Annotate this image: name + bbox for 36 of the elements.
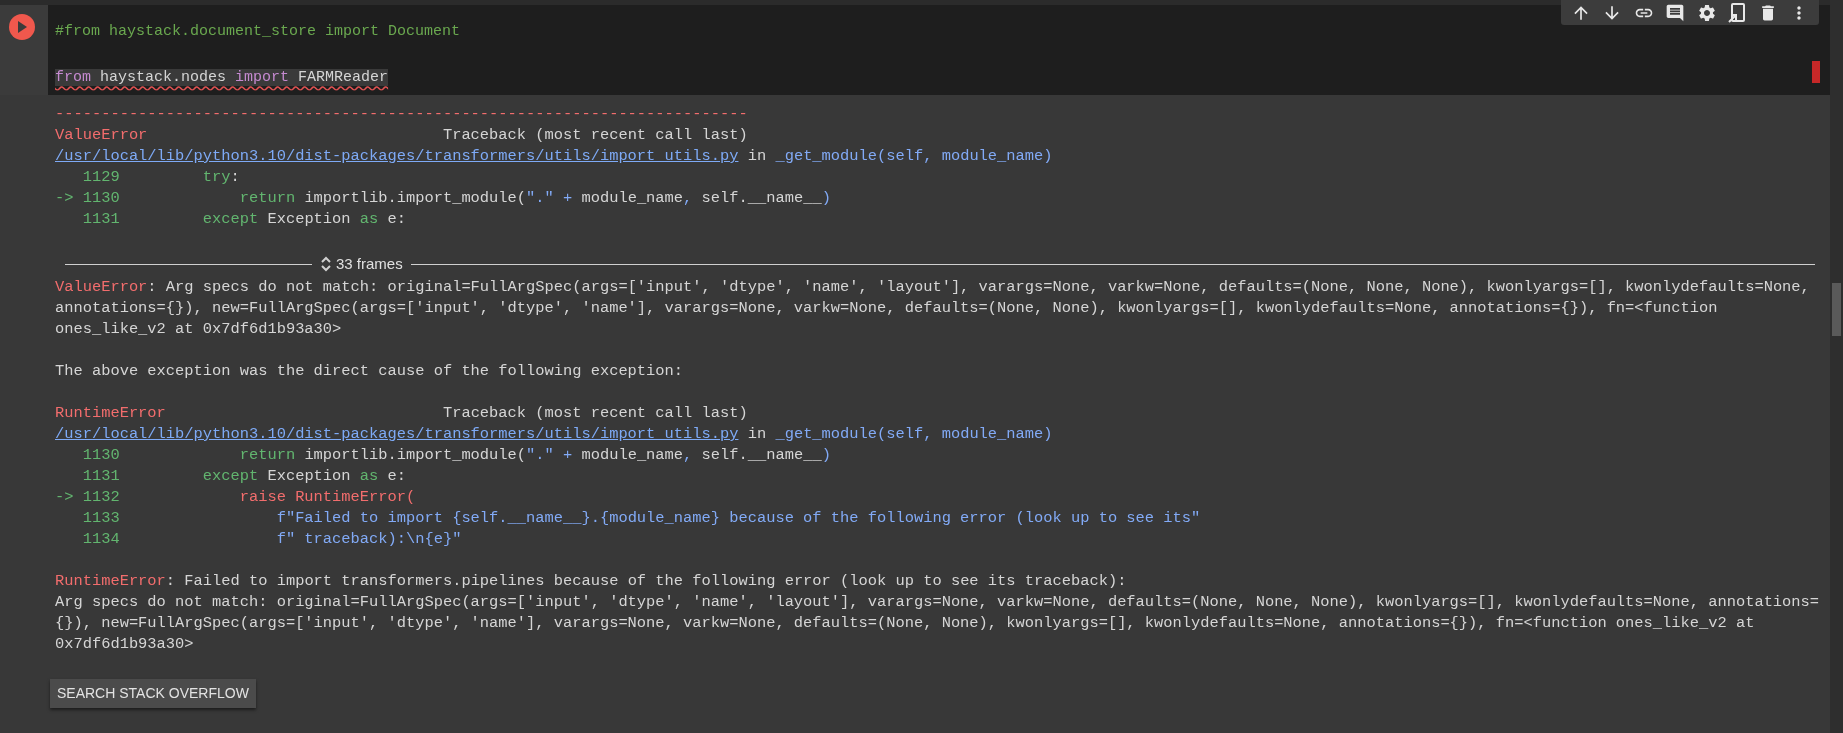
output-line: ValueError Traceback (most recent call last) xyxy=(55,125,748,146)
output-line: 1130 return importlib.import_module("." + module_name, self.__name__) xyxy=(81,445,831,466)
frames-toggle[interactable]: 33 frames xyxy=(320,252,403,276)
comment-icon[interactable] xyxy=(1665,2,1686,23)
run-button[interactable] xyxy=(9,14,35,40)
output-line: -> 1130 return importlib.import_module("." + module_name, self.__name__) xyxy=(55,188,831,209)
settings-icon[interactable] xyxy=(1696,2,1717,23)
function-location: in _get_module(self, module_name) xyxy=(746,146,1053,167)
search-stack-overflow-button[interactable]: SEARCH STACK OVERFLOW xyxy=(50,679,256,708)
code-line: #from haystack.document_store import Document xyxy=(55,23,461,40)
expand-icon xyxy=(320,255,332,273)
output-line: 1131 except Exception as e: xyxy=(81,466,406,487)
error-marker xyxy=(1812,61,1820,83)
output-line: 1131 except Exception as e: xyxy=(81,209,406,230)
output-line: 1129 try: xyxy=(81,167,240,188)
output-line: The above exception was the direct cause of the following exception: xyxy=(55,361,684,382)
output-line: RuntimeError: Failed to import transformers.pipelines because of the following error (look up to see its traceback): xyxy=(55,571,1127,592)
function-location: in _get_module(self, module_name) xyxy=(746,424,1053,445)
file-link[interactable]: /usr/local/lib/python3.10/dist-packages/transformers/utils/import_utils.py xyxy=(55,146,739,167)
play-icon xyxy=(17,21,27,33)
output-line: 0x7df6d1b93a30> xyxy=(55,634,194,655)
code-editor[interactable]: #from haystack.document_store import Document from haystack.nodes import FARMReader xyxy=(48,5,1830,95)
output-line: Arg specs do not match: original=FullArgSpec(args=['input', 'dtype', 'name', 'layout'], varargs=None, varkw=None, defaults=(None, None, None), kwonlyargs=[], kwonlydefaults=None, annotations= xyxy=(55,592,1820,613)
scrollbar-thumb[interactable] xyxy=(1832,283,1841,336)
scrollbar[interactable] xyxy=(1830,0,1843,733)
output-line: RuntimeError Traceback (most recent call last) xyxy=(55,403,748,424)
output-line: 1133 f"Failed to import {self.__name__}.{module_name} because of the following error (look up to see its" xyxy=(81,508,1201,529)
output-line: {}), new=FullArgSpec(args=['input', 'dtype', 'name'], varargs=None, varkw=None, defaults=(None, None), kwonlyargs=[], kwonlydefaults=None, annotations={}), fn=<function ones_like_v2 at xyxy=(55,613,1755,634)
output-line: ones_like_v2 at 0x7df6d1b93a30> xyxy=(55,319,342,340)
output-line: annotations={}), new=FullArgSpec(args=['input', 'dtype', 'name'], varargs=None, varkw=None, defaults=(None, None), kwonlyargs=[], kwonlydefaults=None, annotations={}), fn=<function xyxy=(55,298,1718,319)
output-line: --------------------------------------------------------------------------- xyxy=(55,104,748,125)
output-line: ValueError: Arg specs do not match: original=FullArgSpec(args=['input', 'dtype', 'name', 'layout'], varargs=None, varkw=None, defaults=(None, None, None), kwonlyargs=[], kwonlydefaults=None, xyxy=(55,277,1810,298)
output-line: 1134 f" traceback):\n{e}" xyxy=(81,529,462,550)
window-icon[interactable] xyxy=(1728,2,1747,23)
output-line: -> 1132 raise RuntimeError( xyxy=(55,487,416,508)
file-link[interactable]: /usr/local/lib/python3.10/dist-packages/transformers/utils/import_utils.py xyxy=(55,424,739,445)
